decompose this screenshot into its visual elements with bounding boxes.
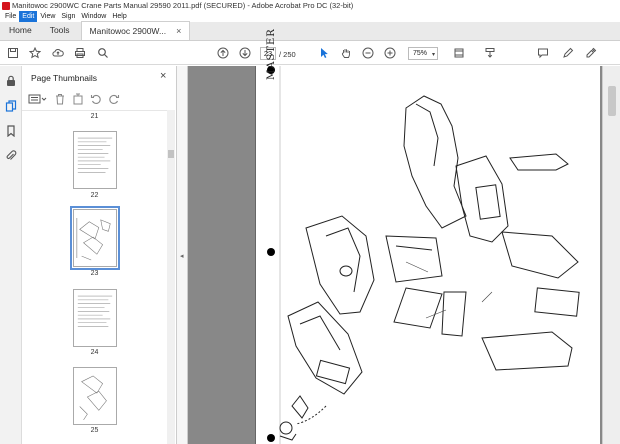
comment-icon[interactable] <box>536 46 550 60</box>
title-bar: Manitowoc 2900WC Crane Parts Manual 2959… <box>0 0 620 11</box>
thumbnail-label: 25 <box>90 427 99 434</box>
thumbnail-label: 21 <box>90 113 99 120</box>
upload-cloud-icon[interactable] <box>51 46 65 60</box>
thumbnails-scrollbar[interactable] <box>167 110 175 444</box>
tab-home[interactable]: Home <box>0 21 41 40</box>
save-icon[interactable] <box>6 46 20 60</box>
thumbnail-page-selected[interactable] <box>70 206 120 270</box>
thumbnail-label: 22 <box>90 192 99 199</box>
thumbnail-tools <box>28 91 168 107</box>
window-title: Manitowoc 2900WC Crane Parts Manual 2959… <box>12 1 354 10</box>
panel-splitter[interactable]: ◂ <box>177 66 188 444</box>
page-up-icon[interactable] <box>216 46 230 60</box>
collapse-panel-icon[interactable]: ◂ <box>180 252 184 260</box>
tab-tools[interactable]: Tools <box>41 21 79 40</box>
attachment-icon[interactable] <box>5 150 17 162</box>
thumbnails-list[interactable]: 21 22 23 24 25 <box>22 110 167 444</box>
print-icon[interactable] <box>73 46 87 60</box>
search-icon[interactable] <box>96 46 110 60</box>
scroll-mode-icon[interactable] <box>483 46 497 60</box>
acrobat-app-icon <box>2 1 10 10</box>
thumbnail-page[interactable] <box>73 289 117 347</box>
rotate-ccw-icon[interactable] <box>90 93 102 105</box>
thumbnail-page[interactable] <box>73 131 117 189</box>
tab-bar: Home Tools Manitowoc 2900W... × <box>0 21 620 41</box>
scrollbar-thumb[interactable] <box>168 150 174 158</box>
document-scrollbar-thumb[interactable] <box>608 86 616 116</box>
pen-draw-icon[interactable] <box>561 46 575 60</box>
zoom-out-icon[interactable] <box>361 46 375 60</box>
document-scrollbar[interactable] <box>602 66 620 444</box>
page-count: / 250 <box>279 50 296 59</box>
thumbnail-label: 23 <box>90 270 99 277</box>
panel-close-icon[interactable]: × <box>160 70 166 82</box>
rotate-page-icon[interactable] <box>72 93 84 105</box>
bookmark-icon[interactable] <box>5 125 17 138</box>
page-down-icon[interactable] <box>238 46 252 60</box>
tab-close-icon[interactable]: × <box>176 22 181 41</box>
select-cursor-icon[interactable] <box>317 46 331 60</box>
thumbnail-options-icon[interactable] <box>28 93 48 105</box>
lock-icon[interactable] <box>5 75 17 87</box>
page-stamp-text: MASTER <box>266 28 277 80</box>
parts-diagram <box>267 66 580 444</box>
fit-page-icon[interactable] <box>452 46 466 60</box>
bookmark-star-icon[interactable] <box>28 46 42 60</box>
tab-document-label: Manitowoc 2900W... <box>89 25 167 36</box>
zoom-in-icon[interactable] <box>383 46 397 60</box>
pages-icon[interactable] <box>5 100 17 112</box>
panel-title: Page Thumbnails <box>31 73 97 83</box>
fill-sign-icon[interactable] <box>584 46 598 60</box>
left-navigation-rail <box>0 66 22 444</box>
main-toolbar: 23 / 250 75% ▾ <box>0 42 620 65</box>
delete-page-icon[interactable] <box>54 93 66 105</box>
document-view[interactable] <box>188 66 620 444</box>
hand-tool-icon[interactable] <box>339 46 353 60</box>
thumbnail-label: 24 <box>90 349 99 356</box>
page-thumbnails-panel: Page Thumbnails × 21 22 23 24 25 <box>22 66 177 444</box>
pdf-page[interactable] <box>255 66 600 444</box>
tab-document[interactable]: Manitowoc 2900W... × <box>80 21 191 41</box>
rotate-cw-icon[interactable] <box>108 93 120 105</box>
zoom-dropdown-icon[interactable]: ▾ <box>432 51 435 58</box>
thumbnail-page[interactable] <box>73 367 117 425</box>
